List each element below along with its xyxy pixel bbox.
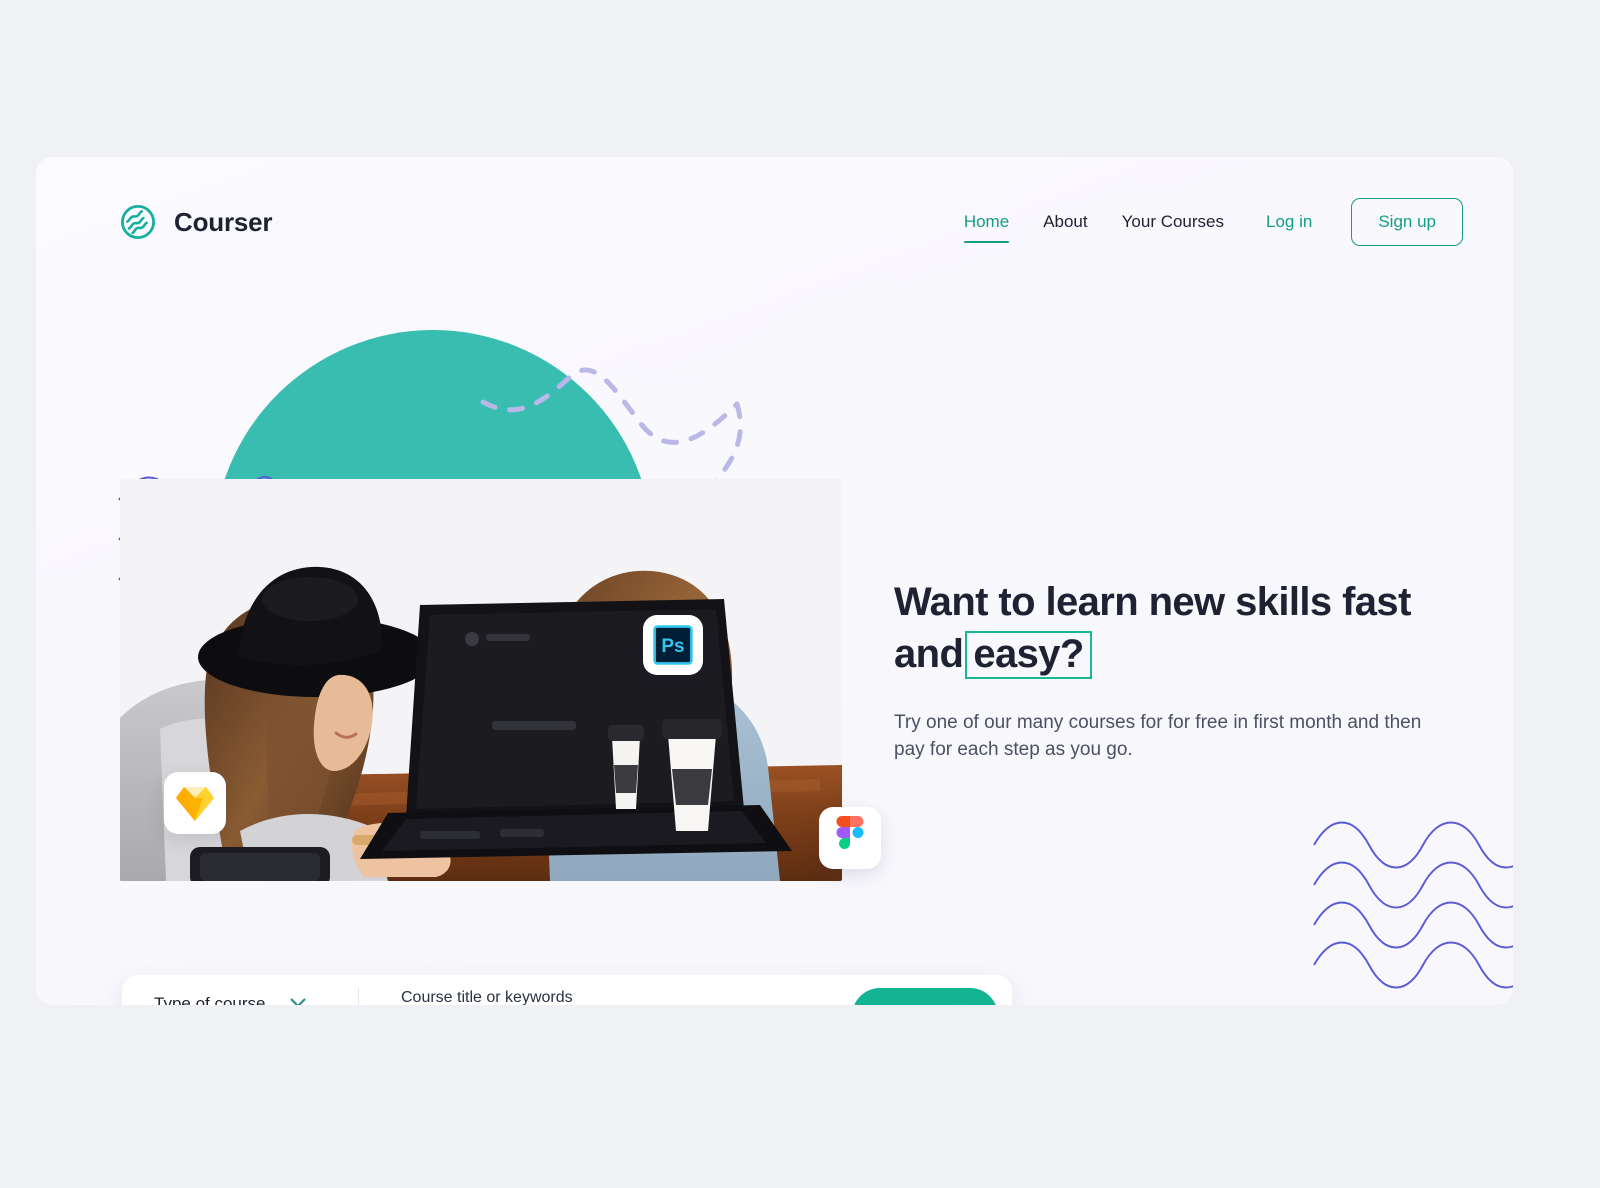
site-header: Courser Home About Your Courses Log in S… xyxy=(36,157,1513,287)
nav-item-log-in[interactable]: Log in xyxy=(1241,212,1337,232)
sign-up-button[interactable]: Sign up xyxy=(1351,198,1463,246)
hero-subhead: Try one of our many courses for for free… xyxy=(894,712,1422,761)
figma-icon[interactable] xyxy=(819,807,881,869)
hero-headline: Want to learn new skills fast and easy? xyxy=(894,577,1434,680)
search-icon xyxy=(952,1004,971,1005)
type-of-course-top: Type of course xyxy=(154,993,358,1006)
search-bar: Type of course Remote Course title or ke… xyxy=(122,975,1012,1005)
brand-logo-group[interactable]: Courser xyxy=(120,204,272,240)
decorative-waves-right xyxy=(1313,821,1513,989)
headline-line-2-prefix: and xyxy=(894,631,964,676)
main-nav: Home About Your Courses Log in Sign up xyxy=(947,198,1463,246)
sketch-icon[interactable] xyxy=(164,772,226,834)
headline-boxed-word: easy? xyxy=(965,630,1092,680)
nav-item-your-courses[interactable]: Your Courses xyxy=(1105,212,1241,232)
nav-item-about[interactable]: About xyxy=(1026,212,1104,232)
svg-text:Ps: Ps xyxy=(661,636,684,657)
keywords-field[interactable]: Course title or keywords UX × UI × Figma… xyxy=(359,989,852,1006)
page-card: Courser Home About Your Courses Log in S… xyxy=(36,157,1513,1005)
courser-wave-circle-icon xyxy=(120,204,156,240)
chevron-down-icon[interactable] xyxy=(290,995,306,1005)
keywords-label: Course title or keywords xyxy=(401,988,573,1006)
brand-name: Courser xyxy=(174,206,273,237)
hero-copy: Want to learn new skills fast and easy? T… xyxy=(894,577,1434,764)
hero-section: Ps Want to learn new skills fast and eas… xyxy=(36,287,1513,1005)
nav-item-home[interactable]: Home xyxy=(947,212,1026,243)
type-of-course-dropdown[interactable]: Type of course Remote xyxy=(154,988,359,1005)
hero-photo xyxy=(120,479,842,881)
photoshop-icon[interactable]: Ps xyxy=(643,615,703,675)
type-of-course-label: Type of course xyxy=(154,993,266,1006)
hero-visual: Ps xyxy=(118,312,910,1005)
search-button[interactable]: Search xyxy=(851,988,998,1005)
headline-line-1: Want to learn new skills fast xyxy=(894,580,1411,624)
